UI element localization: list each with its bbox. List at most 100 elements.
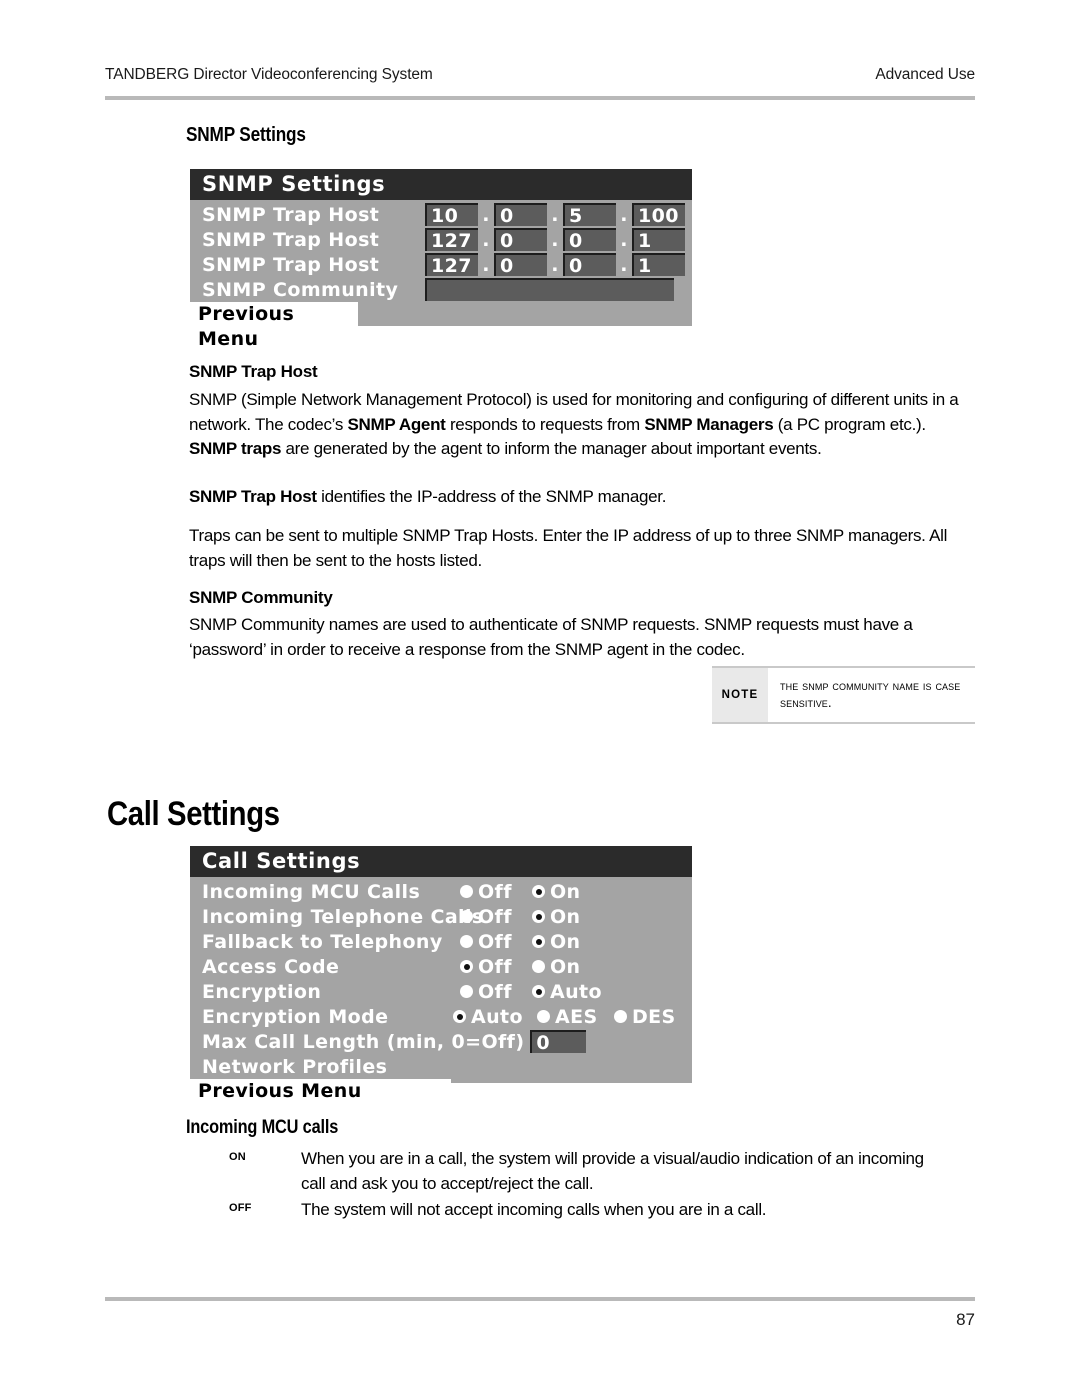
osd-body-snmp: SNMP Trap Host 10 . 0 . 5 . 100 SNMP Tra… bbox=[190, 202, 692, 350]
para-bold-snmp-traps: SNMP traps bbox=[189, 439, 282, 458]
radio-label: Off bbox=[478, 930, 512, 953]
radio-label: On bbox=[550, 930, 581, 953]
trap-host-1-octet-2[interactable]: 0 bbox=[494, 203, 547, 226]
ip-dot-separator: . bbox=[620, 228, 628, 251]
para-text: identifies the IP-address of the SNMP ma… bbox=[316, 487, 667, 506]
radio-button-icon bbox=[460, 885, 473, 898]
osd-body-call-settings: Incoming MCU Calls Off On Incoming Telep… bbox=[190, 879, 692, 1104]
radio-encryption-mode-des[interactable]: DES bbox=[614, 1006, 676, 1028]
radio-button-selected-icon bbox=[532, 910, 545, 923]
radio-label: Auto bbox=[471, 1005, 523, 1028]
radio-incoming-mcu-calls-on[interactable]: On bbox=[532, 881, 580, 903]
radio-incoming-telephone-calls-off[interactable]: Off bbox=[460, 906, 532, 928]
osd-row-max-call-length[interactable]: Max Call Length (min, 0=Off) 0 bbox=[190, 1029, 692, 1054]
osd-label-trap-host-1: SNMP Trap Host bbox=[202, 203, 380, 226]
radio-label: Off bbox=[478, 955, 512, 978]
radio-label: DES bbox=[632, 1005, 676, 1028]
osd-row-incoming-telephone-calls[interactable]: Incoming Telephone Calls Off On bbox=[190, 904, 692, 929]
radio-incoming-mcu-calls-off[interactable]: Off bbox=[460, 881, 532, 903]
snmp-community-heading: SNMP Community bbox=[189, 588, 333, 607]
para-text: are generated by the agent to inform the… bbox=[281, 439, 822, 458]
radio-group-fallback-to-telephony: Off On bbox=[460, 931, 580, 953]
snmp-trap-host-paragraph-2: SNMP Trap Host identifies the IP-address… bbox=[189, 485, 974, 510]
radio-button-selected-icon bbox=[532, 985, 545, 998]
osd-previous-menu-call-settings[interactable]: Previous Menu bbox=[190, 1079, 451, 1104]
radio-fallback-to-telephony-on[interactable]: On bbox=[532, 931, 580, 953]
call-settings-heading: Call Settings bbox=[107, 795, 280, 833]
trap-host-2-octet-4[interactable]: 1 bbox=[632, 228, 685, 251]
ip-dot-separator: . bbox=[551, 253, 559, 276]
osd-row-snmp-trap-host-2[interactable]: SNMP Trap Host 127 . 0 . 0 . 1 bbox=[190, 227, 692, 252]
radio-fallback-to-telephony-off[interactable]: Off bbox=[460, 931, 532, 953]
osd-label-encryption-mode: Encryption Mode bbox=[202, 1005, 389, 1028]
radio-group-encryption: Off Auto bbox=[460, 981, 602, 1003]
radio-group-incoming-telephone-calls: Off On bbox=[460, 906, 580, 928]
trap-host-1-octet-4[interactable]: 100 bbox=[632, 203, 685, 226]
max-call-length-input[interactable]: 0 bbox=[530, 1030, 587, 1053]
radio-encryption-mode-aes[interactable]: AES bbox=[537, 1006, 614, 1028]
header-left-title: TANDBERG Director Videoconferencing Syst… bbox=[105, 66, 433, 83]
trap-host-2-octet-2[interactable]: 0 bbox=[494, 228, 547, 251]
trap-host-2-octet-1[interactable]: 127 bbox=[425, 228, 478, 251]
osd-row-network-profiles[interactable]: Network Profiles bbox=[190, 1054, 692, 1079]
radio-access-code-on[interactable]: On bbox=[532, 956, 580, 978]
osd-row-fallback-to-telephony[interactable]: Fallback to Telephony Off On bbox=[190, 929, 692, 954]
osd-title-call-settings: Call Settings bbox=[190, 846, 692, 877]
snmp-community-paragraph: SNMP Community names are used to authent… bbox=[189, 615, 913, 659]
para-bold-snmp-trap-host: SNMP Trap Host bbox=[189, 487, 317, 506]
definition-description-on: When you are in a call, the system will … bbox=[301, 1149, 924, 1193]
ip-dot-separator: . bbox=[551, 228, 559, 251]
radio-button-icon bbox=[537, 1010, 550, 1023]
radio-group-incoming-mcu-calls: Off On bbox=[460, 881, 580, 903]
trap-host-2-octet-3[interactable]: 0 bbox=[563, 228, 616, 251]
definition-term-on: On bbox=[229, 1147, 246, 1164]
snmp-settings-heading: SNMP Settings bbox=[186, 124, 306, 146]
radio-button-icon bbox=[460, 935, 473, 948]
note-tag-label: NOTE bbox=[712, 668, 768, 722]
footer-divider bbox=[105, 1297, 975, 1301]
snmp-community-input[interactable] bbox=[425, 278, 674, 301]
trap-host-3-octet-3[interactable]: 0 bbox=[563, 253, 616, 276]
snmp-settings-osd-menu: SNMP Settings SNMP Trap Host 10 . 0 . 5 … bbox=[190, 169, 692, 350]
snmp-trap-host-paragraph-1: SNMP (Simple Network Management Protocol… bbox=[189, 388, 974, 462]
ip-dot-separator: . bbox=[620, 203, 628, 226]
radio-button-selected-icon bbox=[532, 935, 545, 948]
radio-access-code-off[interactable]: Off bbox=[460, 956, 532, 978]
radio-label: On bbox=[550, 880, 581, 903]
trap-host-1-octet-1[interactable]: 10 bbox=[425, 203, 478, 226]
radio-group-access-code: Off On bbox=[460, 956, 580, 978]
radio-label: Auto bbox=[550, 980, 602, 1003]
osd-row-encryption-mode[interactable]: Encryption Mode Auto AES DES bbox=[190, 1004, 692, 1029]
para-text: (a PC program etc.). bbox=[773, 414, 926, 434]
radio-encryption-mode-auto[interactable]: Auto bbox=[453, 1006, 537, 1028]
trap-host-3-octet-2[interactable]: 0 bbox=[494, 253, 547, 276]
osd-label-fallback-to-telephony: Fallback to Telephony bbox=[202, 930, 443, 953]
header-divider bbox=[105, 96, 975, 100]
radio-button-selected-icon bbox=[532, 885, 545, 898]
incoming-mcu-calls-definition-list: On When you are in a call, the system wi… bbox=[189, 1147, 979, 1225]
radio-button-icon bbox=[614, 1010, 627, 1023]
page-number: 87 bbox=[956, 1310, 975, 1329]
radio-incoming-telephone-calls-on[interactable]: On bbox=[532, 906, 580, 928]
ip-dot-separator: . bbox=[482, 253, 490, 276]
osd-row-access-code[interactable]: Access Code Off On bbox=[190, 954, 692, 979]
osd-previous-menu-snmp[interactable]: Previous Menu bbox=[190, 302, 358, 350]
radio-label: AES bbox=[555, 1005, 598, 1028]
osd-row-snmp-trap-host-3[interactable]: SNMP Trap Host 127 . 0 . 0 . 1 bbox=[190, 252, 692, 277]
osd-row-encryption[interactable]: Encryption Off Auto bbox=[190, 979, 692, 1004]
incoming-mcu-calls-heading: Incoming MCU calls bbox=[186, 1117, 339, 1138]
definition-row-off: Off The system will not accept incoming … bbox=[189, 1198, 979, 1223]
osd-row-snmp-trap-host-1[interactable]: SNMP Trap Host 10 . 0 . 5 . 100 bbox=[190, 202, 692, 227]
radio-label: On bbox=[550, 905, 581, 928]
radio-encryption-off[interactable]: Off bbox=[460, 981, 532, 1003]
osd-row-incoming-mcu-calls[interactable]: Incoming MCU Calls Off On bbox=[190, 879, 692, 904]
trap-host-1-octet-3[interactable]: 5 bbox=[563, 203, 616, 226]
radio-encryption-auto[interactable]: Auto bbox=[532, 981, 602, 1003]
trap-host-3-octet-4[interactable]: 1 bbox=[632, 253, 685, 276]
osd-row-snmp-community[interactable]: SNMP Community bbox=[190, 277, 692, 302]
para-bold-snmp-agent: SNMP Agent bbox=[347, 414, 446, 434]
radio-button-icon bbox=[460, 910, 473, 923]
para-bold-snmp-managers: SNMP Managers bbox=[644, 414, 774, 434]
osd-title-snmp: SNMP Settings bbox=[190, 169, 692, 200]
trap-host-3-octet-1[interactable]: 127 bbox=[425, 253, 478, 276]
